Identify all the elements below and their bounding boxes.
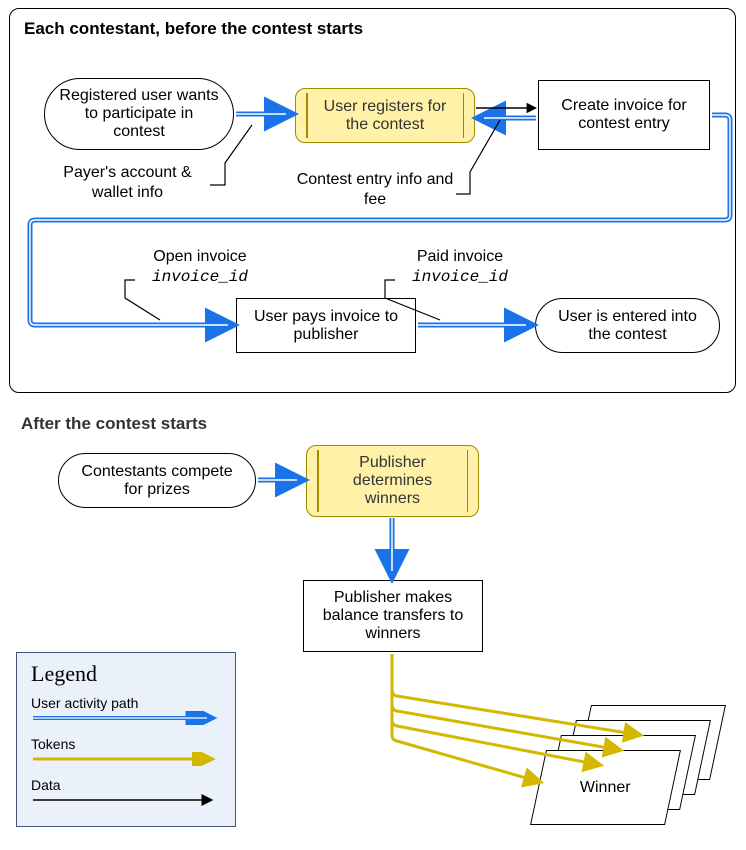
node-contestants-compete-label: Contestants compete for prizes	[71, 463, 243, 499]
node-registered-user: Registered user wants to participate in …	[44, 78, 234, 150]
legend-user-activity-label: User activity path	[31, 695, 138, 711]
node-contestants-compete: Contestants compete for prizes	[58, 453, 256, 508]
note-open-invoice-l1: Open invoice	[153, 248, 246, 265]
note-open-invoice-l2: invoice_id	[152, 268, 248, 286]
note-payer-account: Payer's account & wallet info	[45, 163, 210, 203]
node-balance-transfers: Publisher makes balance transfers to win…	[303, 580, 483, 652]
node-create-invoice-label: Create invoice for contest entry	[549, 97, 699, 133]
note-contest-entry: Contest entry info and fee	[290, 170, 460, 210]
note-paid-invoice: Paid invoice invoice_id	[395, 247, 525, 287]
legend-tokens-label: Tokens	[31, 736, 75, 752]
note-open-invoice: Open invoice invoice_id	[135, 247, 265, 287]
note-paid-invoice-l1: Paid invoice	[417, 248, 503, 265]
section-title-before: Each contestant, before the contest star…	[24, 19, 363, 39]
node-user-pays: User pays invoice to publisher	[236, 298, 416, 353]
legend-data: Data	[31, 777, 221, 810]
node-user-entered: User is entered into the contest	[535, 298, 720, 353]
node-user-pays-label: User pays invoice to publisher	[247, 308, 405, 344]
node-create-invoice: Create invoice for contest entry	[538, 80, 710, 150]
node-user-entered-label: User is entered into the contest	[548, 308, 707, 344]
legend-data-label: Data	[31, 777, 61, 793]
node-user-registers-label: User registers for the contest	[316, 98, 454, 134]
node-registered-user-label: Registered user wants to participate in …	[57, 87, 221, 141]
legend-tokens: Tokens	[31, 736, 221, 769]
legend-box: Legend User activity path Tokens Data	[16, 652, 236, 827]
node-publisher-determines: Publisher determines winners	[306, 445, 479, 517]
legend-title: Legend	[31, 661, 221, 687]
legend-user-activity: User activity path	[31, 695, 221, 728]
node-user-registers: User registers for the contest	[295, 88, 475, 143]
node-publisher-determines-label: Publisher determines winners	[327, 454, 458, 508]
winner-card-label: Winner	[580, 779, 631, 797]
node-balance-transfers-label: Publisher makes balance transfers to win…	[314, 589, 472, 643]
note-paid-invoice-l2: invoice_id	[412, 268, 508, 286]
section-title-after: After the contest starts	[21, 414, 207, 434]
winner-card-1: Winner	[530, 750, 681, 825]
